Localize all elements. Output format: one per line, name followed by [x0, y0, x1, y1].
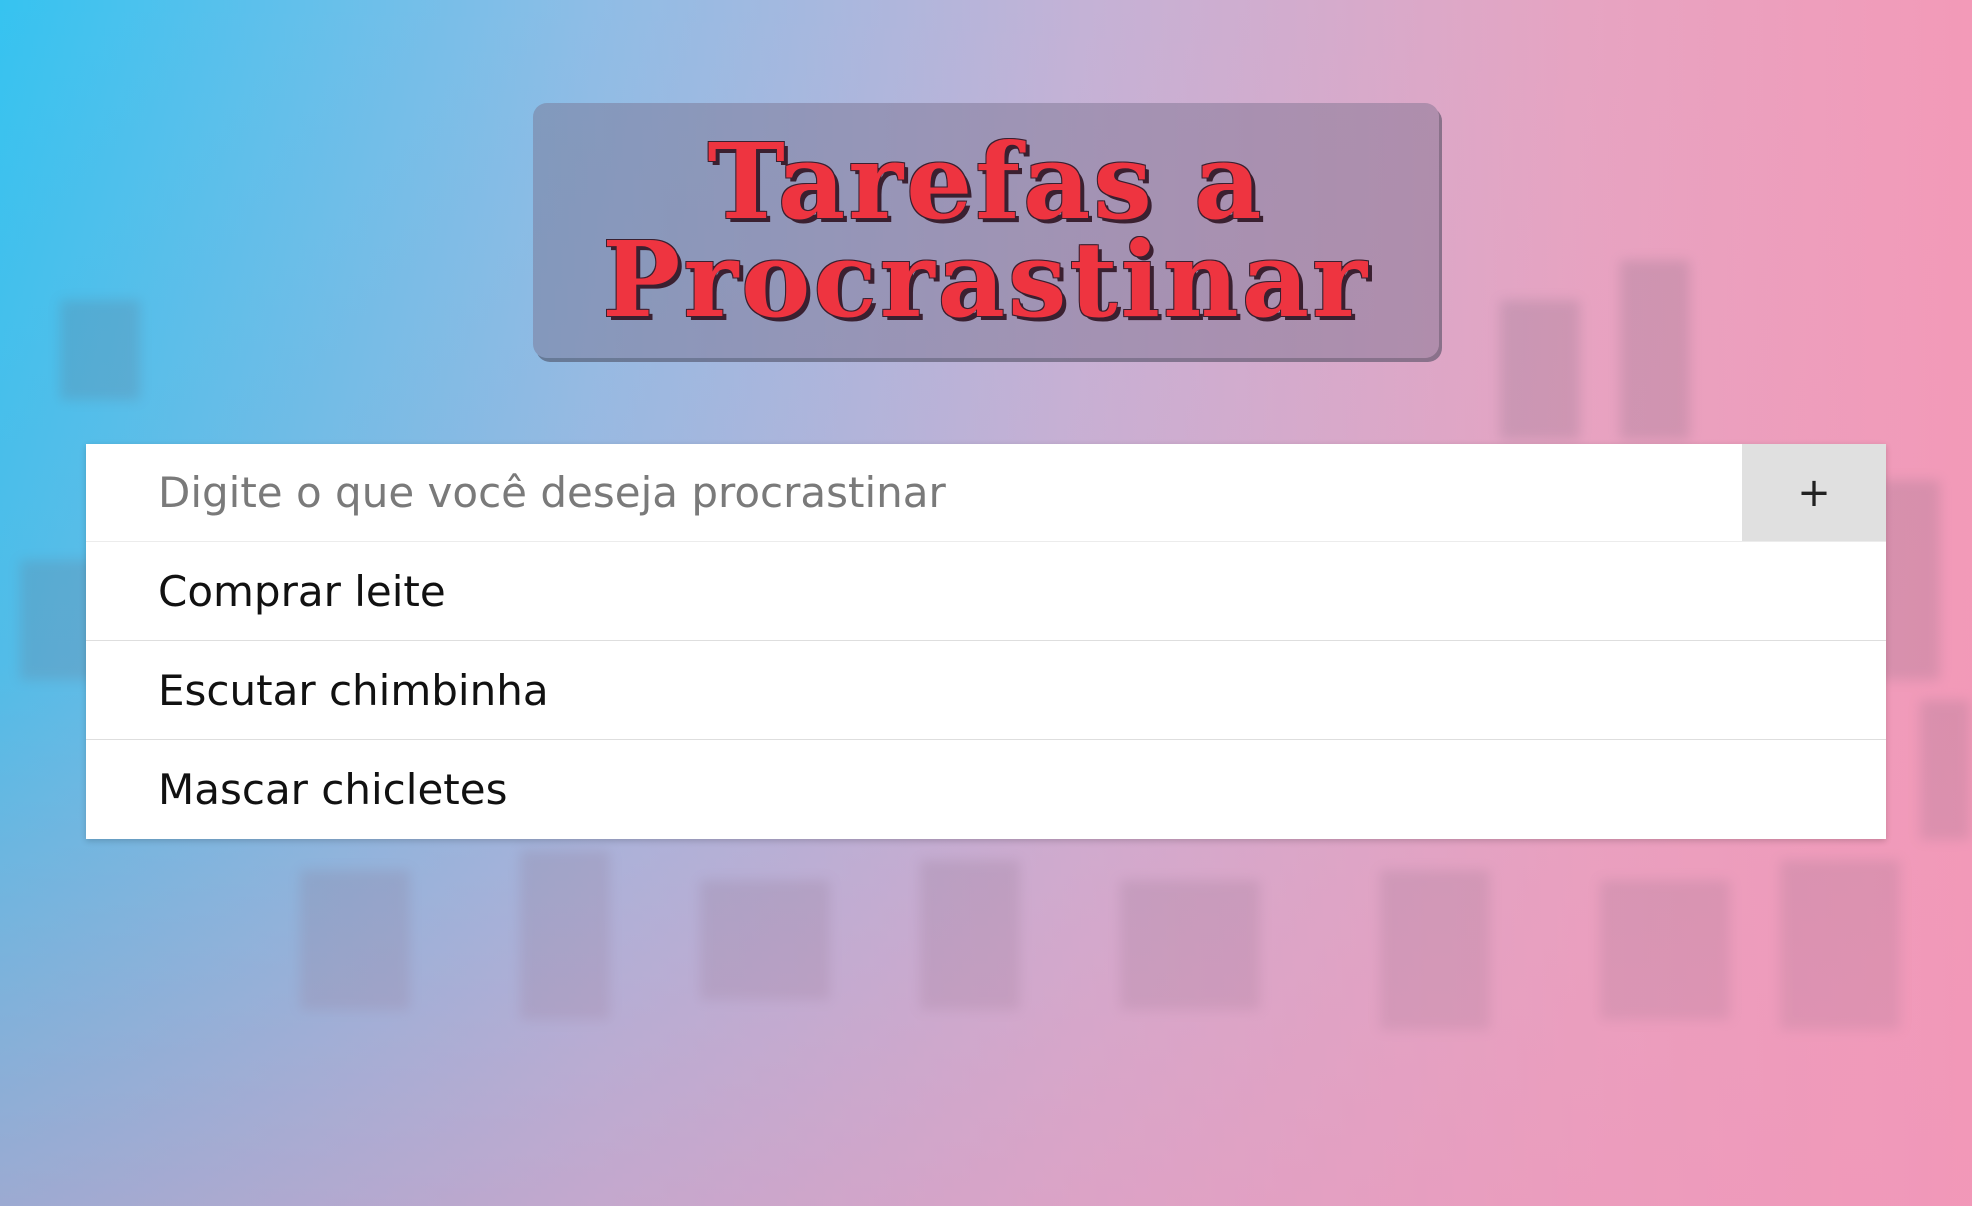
task-item[interactable]: Escutar chimbinha — [86, 641, 1886, 740]
task-list: Comprar leite Escutar chimbinha Mascar c… — [86, 542, 1886, 839]
new-task-input[interactable] — [86, 444, 1742, 541]
title-banner: Tarefas a Procrastinar — [533, 103, 1439, 358]
todo-card: + Comprar leite Escutar chimbinha Mascar… — [86, 444, 1886, 839]
task-item[interactable]: Comprar leite — [86, 542, 1886, 641]
add-task-button[interactable]: + — [1742, 444, 1886, 541]
new-task-form: + — [86, 444, 1886, 542]
page-title: Tarefas a Procrastinar — [602, 119, 1370, 341]
task-item[interactable]: Mascar chicletes — [86, 740, 1886, 839]
